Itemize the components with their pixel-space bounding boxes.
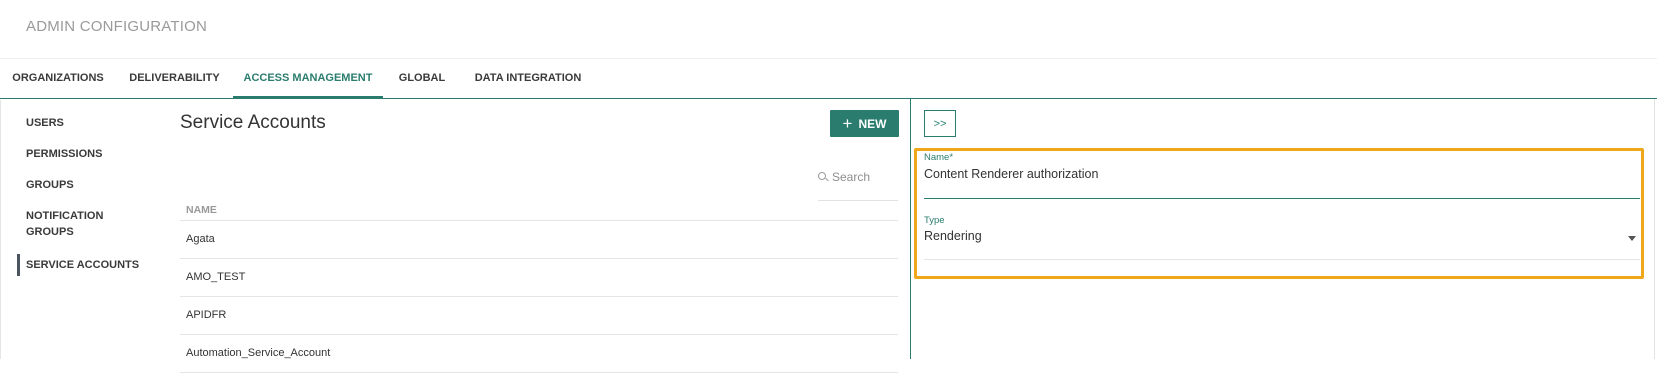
page-title: ADMIN CONFIGURATION	[26, 18, 208, 35]
sidebar-item-groups[interactable]: GROUPS	[26, 177, 74, 193]
column-header-name[interactable]: NAME	[180, 200, 898, 221]
sidebar-item-users[interactable]: USERS	[26, 115, 64, 131]
sidebar-item-permissions[interactable]: PERMISSIONS	[26, 146, 102, 162]
new-button-label: NEW	[858, 116, 887, 131]
highlight-box	[914, 148, 1644, 279]
table-row[interactable]: Automation_Service_Account	[180, 335, 898, 373]
collapse-panel-button[interactable]: >>	[924, 110, 956, 137]
tab-global[interactable]: GLOBAL	[397, 60, 447, 98]
new-button[interactable]: + NEW	[830, 110, 899, 137]
tab-data-integration[interactable]: DATA INTEGRATION	[472, 60, 584, 98]
tabs-divider	[0, 98, 1657, 99]
plus-icon: +	[842, 113, 853, 133]
service-accounts-table: NAME Agata AMO_TEST APIDFR Automation_Se…	[180, 200, 898, 373]
search-icon	[818, 172, 828, 182]
right-edge-divider	[1654, 99, 1655, 359]
table-row[interactable]: APIDFR	[180, 297, 898, 335]
sidebar: USERS PERMISSIONS GROUPS NOTIFICATION GR…	[0, 100, 161, 359]
panel-divider	[910, 99, 911, 359]
tab-access-management[interactable]: ACCESS MANAGEMENT	[233, 60, 383, 98]
header-divider	[0, 58, 1657, 59]
search-box	[818, 170, 898, 201]
top-tabs: ORGANIZATIONS DELIVERABILITY ACCESS MANA…	[0, 60, 1657, 98]
table-row[interactable]: AMO_TEST	[180, 259, 898, 297]
search-input[interactable]	[832, 170, 887, 184]
sidebar-item-notification-groups[interactable]: NOTIFICATION GROUPS	[26, 208, 116, 240]
sidebar-item-service-accounts[interactable]: SERVICE ACCOUNTS	[16, 254, 139, 276]
tab-deliverability[interactable]: DELIVERABILITY	[128, 60, 221, 98]
section-title: Service Accounts	[180, 112, 326, 133]
table-row[interactable]: Agata	[180, 221, 898, 259]
tab-organizations[interactable]: ORGANIZATIONS	[12, 60, 104, 98]
